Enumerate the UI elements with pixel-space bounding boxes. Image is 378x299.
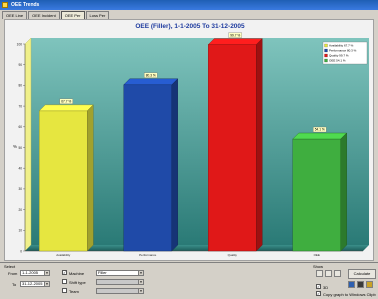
print-icon[interactable] <box>348 281 355 288</box>
chart-title: OEE (Filler), 1-1-2005 To 31-12-2005 <box>135 23 245 30</box>
to-label: To <box>12 282 17 287</box>
y-tick-label: 0 <box>20 249 22 253</box>
nav-first-button[interactable] <box>316 270 323 277</box>
x-tick-label: Quality <box>228 253 238 257</box>
data-label: 99.7 % <box>230 33 240 37</box>
legend-swatch <box>324 43 328 48</box>
shift-type-select[interactable]: ▼ <box>96 279 144 285</box>
y-tick-label: 80 <box>18 84 22 88</box>
x-tick-label: OEE <box>314 253 320 257</box>
data-label: 54.1 % <box>315 128 325 132</box>
machine-value: Filler <box>98 270 107 275</box>
copy-graph-label: Copy graph to Windows Clipb <box>323 292 376 297</box>
y-tick-label: 60 <box>18 125 22 129</box>
legend-swatch <box>324 58 328 63</box>
y-tick-label: 30 <box>18 187 22 191</box>
legend-entry: Availability 67.7 % <box>329 44 354 48</box>
oee-bar-chart: OEE (Filler), 1-1-2005 To 31-12-2005 % 0… <box>13 23 369 257</box>
shift-type-checkbox[interactable] <box>62 279 67 284</box>
chevron-down-icon[interactable]: ▼ <box>44 282 49 286</box>
chart-panel: OEE (Filler), 1-1-2005 To 31-12-2005 % 0… <box>4 19 374 261</box>
team-label: Team <box>69 289 79 294</box>
y-tick-label: 70 <box>18 104 22 108</box>
bar-front <box>39 110 88 252</box>
bar-top <box>123 78 179 85</box>
bottom-panel: Select From 1-1-2005 ▼ To 31-12-2005 ▼ ✓… <box>0 262 378 299</box>
bar-side <box>87 104 94 252</box>
option-3d-checkbox[interactable]: ✓ <box>316 284 321 289</box>
legend-swatch <box>324 48 328 53</box>
y-tick-label: 10 <box>18 229 22 233</box>
bar-top <box>207 38 263 45</box>
bar-front <box>208 44 257 252</box>
machine-checkbox[interactable]: ✓ <box>62 270 67 275</box>
save-icon[interactable] <box>357 281 364 288</box>
window-title: OEE Trends <box>11 2 40 8</box>
chevron-down-icon[interactable]: ▼ <box>138 280 143 284</box>
tab-oee-per[interactable]: OEE Per <box>60 11 85 19</box>
bar-front <box>292 138 341 252</box>
tab-loss-per[interactable]: Loss Per <box>85 11 110 19</box>
x-tick-label: Availability <box>56 253 71 257</box>
machine-label: Machine <box>69 271 85 276</box>
y-tick-label: 50 <box>18 146 22 150</box>
chevron-down-icon[interactable]: ▼ <box>138 289 143 293</box>
x-tick-label: Performance <box>139 253 157 257</box>
bar-side <box>171 78 178 252</box>
chevron-down-icon[interactable]: ▼ <box>44 271 49 275</box>
shift-type-label: Shift type <box>69 280 86 285</box>
team-select[interactable]: ▼ <box>96 288 144 294</box>
y-tick-label: 40 <box>18 167 22 171</box>
y-tick-label: 20 <box>18 208 22 212</box>
legend-swatch <box>324 53 328 58</box>
to-date-value: 31-12-2005 <box>22 281 43 286</box>
calculate-label: Calculate <box>353 271 371 276</box>
from-label: From <box>8 271 18 276</box>
legend-entry: Quality 99.7 % <box>329 54 349 58</box>
nav-next-button[interactable] <box>334 270 341 277</box>
team-checkbox[interactable] <box>62 288 67 293</box>
from-date-value: 1-1-2005 <box>22 270 39 275</box>
calculate-button[interactable]: Calculate <box>348 269 376 279</box>
data-label: 67.7 % <box>61 100 71 104</box>
machine-select[interactable]: Filler ▼ <box>96 270 144 276</box>
copy-graph-checkbox[interactable]: ✓ <box>316 291 321 296</box>
show-group-label: Show <box>313 264 324 269</box>
chevron-down-icon[interactable]: ▼ <box>138 271 143 275</box>
to-date-field[interactable]: 31-12-2005 ▼ <box>20 281 50 287</box>
data-label: 80.3 % <box>146 73 156 77</box>
y-tick-label: 90 <box>18 63 22 67</box>
plot-side-wall <box>24 37 32 252</box>
bar-side <box>340 132 347 252</box>
tab-oee-incident[interactable]: OEE Incident <box>28 11 60 19</box>
y-tick-label: 100 <box>17 42 23 46</box>
legend-entry: OEE 54.1 % <box>329 59 346 63</box>
tab-oee-line[interactable]: OEE Line <box>2 11 28 19</box>
title-bar: OEE Trends <box>0 0 378 10</box>
from-date-field[interactable]: 1-1-2005 ▼ <box>20 270 50 276</box>
option-3d-label: 3D <box>323 285 329 290</box>
y-axis-label: % <box>13 144 17 149</box>
tab-strip: OEE Line OEE Incident OEE Per Loss Per <box>2 11 110 19</box>
app-icon <box>2 2 8 8</box>
bar-front <box>123 84 172 252</box>
legend-entry: Performance 80.3 % <box>329 49 357 53</box>
export-icon[interactable] <box>366 281 373 288</box>
nav-prev-button[interactable] <box>325 270 332 277</box>
bar-top <box>38 104 94 112</box>
bar-top <box>292 132 348 140</box>
select-group-label: Select <box>4 264 16 269</box>
bar-side <box>256 38 263 252</box>
